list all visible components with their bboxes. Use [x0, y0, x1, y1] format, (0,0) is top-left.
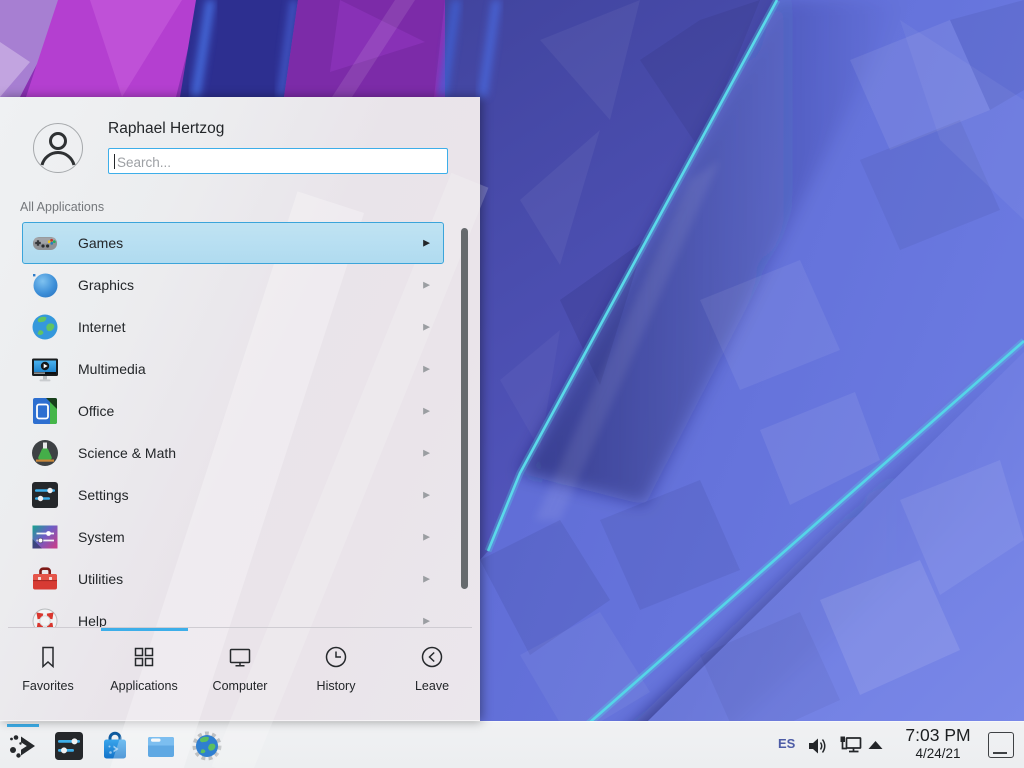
tab-label: Applications [110, 679, 177, 693]
submenu-arrow-icon: ▶ [423, 616, 430, 627]
bookmark-icon [35, 644, 61, 670]
clock-date: 4/24/21 [888, 746, 988, 761]
keyboard-layout-indicator[interactable]: ES [778, 736, 795, 751]
graphics-icon [30, 270, 60, 300]
tab-applications[interactable]: Applications [96, 631, 192, 721]
web-browser-button[interactable] [191, 730, 223, 762]
show-desktop-button[interactable] [988, 732, 1014, 758]
back-circle-icon [419, 644, 445, 670]
internet-icon [30, 312, 60, 342]
application-category-list: Games ▶ Graphics ▶ [0, 222, 480, 627]
menu-item-label: System [78, 529, 125, 545]
menu-item-office[interactable]: Office ▶ [22, 390, 444, 432]
menu-item-label: Office [78, 403, 114, 419]
file-manager-button[interactable] [145, 730, 177, 762]
submenu-arrow-icon: ▶ [423, 448, 430, 459]
submenu-arrow-icon: ▶ [423, 364, 430, 375]
menu-item-help[interactable]: Help ▶ [22, 600, 444, 627]
menu-item-label: Help [78, 613, 107, 627]
clock-icon [323, 644, 349, 670]
launcher-active-indicator [7, 724, 39, 727]
games-icon [30, 228, 60, 258]
volume-icon[interactable] [807, 735, 831, 757]
tab-label: Favorites [22, 679, 73, 693]
system-icon [30, 522, 60, 552]
user-avatar[interactable] [33, 123, 83, 173]
user-icon [34, 124, 82, 172]
menu-item-utilities[interactable]: Utilities ▶ [22, 558, 444, 600]
menu-item-label: Graphics [78, 277, 134, 293]
tab-history[interactable]: History [288, 631, 384, 721]
tab-leave[interactable]: Leave [384, 631, 480, 721]
taskbar: ES 7:03 PM 4/24/21 [0, 721, 1024, 768]
menu-item-label: Multimedia [78, 361, 146, 377]
section-label-all-applications: All Applications [20, 200, 104, 214]
tab-computer[interactable]: Computer [192, 631, 288, 721]
menu-item-multimedia[interactable]: Multimedia ▶ [22, 348, 444, 390]
discover-button[interactable] [99, 730, 131, 762]
menu-item-label: Games [78, 235, 123, 251]
menu-item-games[interactable]: Games ▶ [22, 222, 444, 264]
submenu-arrow-icon: ▶ [423, 406, 430, 417]
kickoff-tabbar: Favorites Applications C [0, 631, 480, 721]
settings-icon [30, 480, 60, 510]
tab-label: Leave [415, 679, 449, 693]
menu-item-system[interactable]: System ▶ [22, 516, 444, 558]
menu-item-science-math[interactable]: Science & Math ▶ [22, 432, 444, 474]
digital-clock[interactable]: 7:03 PM 4/24/21 [888, 725, 988, 761]
grid-icon [131, 644, 157, 670]
menu-item-label: Settings [78, 487, 129, 503]
application-launcher-popup: Raphael Hertzog All Applications Games ▶ [0, 97, 480, 721]
multimedia-icon [30, 354, 60, 384]
monitor-icon [227, 644, 253, 670]
submenu-arrow-icon: ▶ [423, 322, 430, 333]
submenu-arrow-icon: ▶ [423, 490, 430, 501]
search-field[interactable] [108, 148, 448, 174]
search-input[interactable] [115, 149, 444, 175]
submenu-arrow-icon: ▶ [423, 574, 430, 585]
menu-item-settings[interactable]: Settings ▶ [22, 474, 444, 516]
menu-item-label: Utilities [78, 571, 123, 587]
help-icon [30, 606, 60, 627]
user-name: Raphael Hertzog [108, 120, 224, 138]
tab-label: History [317, 679, 356, 693]
menu-item-label: Internet [78, 319, 125, 335]
tabbar-divider [8, 627, 472, 628]
utilities-icon [30, 564, 60, 594]
list-scrollbar[interactable] [461, 228, 468, 589]
submenu-arrow-icon: ▶ [423, 238, 430, 249]
network-icon[interactable] [838, 735, 864, 757]
menu-item-graphics[interactable]: Graphics ▶ [22, 264, 444, 306]
menu-item-label: Science & Math [78, 445, 176, 461]
tab-label: Computer [213, 679, 268, 693]
application-launcher-button[interactable] [7, 730, 39, 762]
submenu-arrow-icon: ▶ [423, 280, 430, 291]
menu-item-internet[interactable]: Internet ▶ [22, 306, 444, 348]
tab-favorites[interactable]: Favorites [0, 631, 96, 721]
system-settings-button[interactable] [53, 730, 85, 762]
office-icon [30, 396, 60, 426]
expand-tray-arrow-icon[interactable] [867, 739, 884, 751]
submenu-arrow-icon: ▶ [423, 532, 430, 543]
clock-time: 7:03 PM [888, 725, 988, 746]
desktop: Raphael Hertzog All Applications Games ▶ [0, 0, 1024, 768]
science-icon [30, 438, 60, 468]
